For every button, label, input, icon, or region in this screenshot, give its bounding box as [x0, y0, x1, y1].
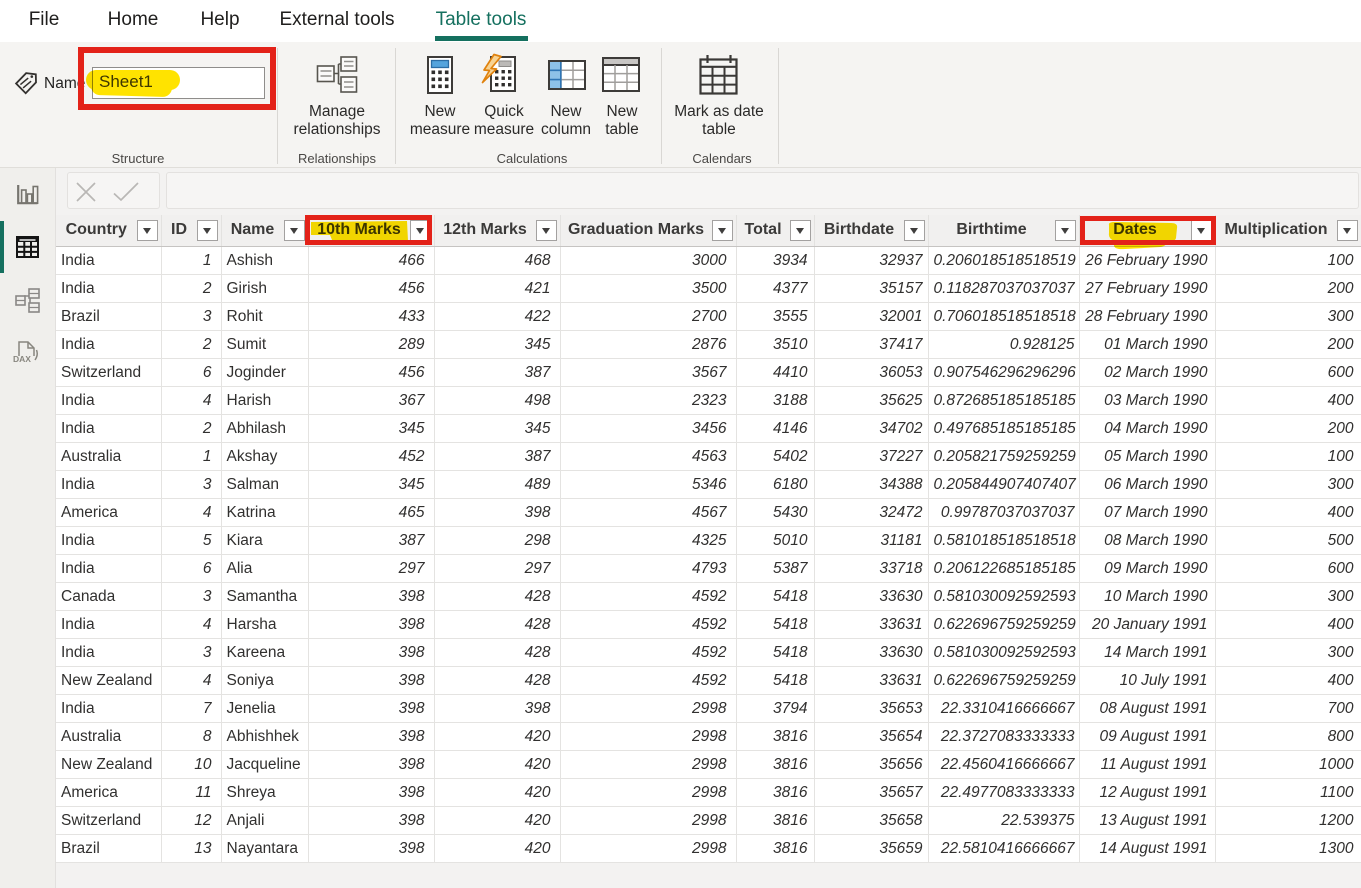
svg-text:DAX: DAX: [13, 354, 31, 364]
